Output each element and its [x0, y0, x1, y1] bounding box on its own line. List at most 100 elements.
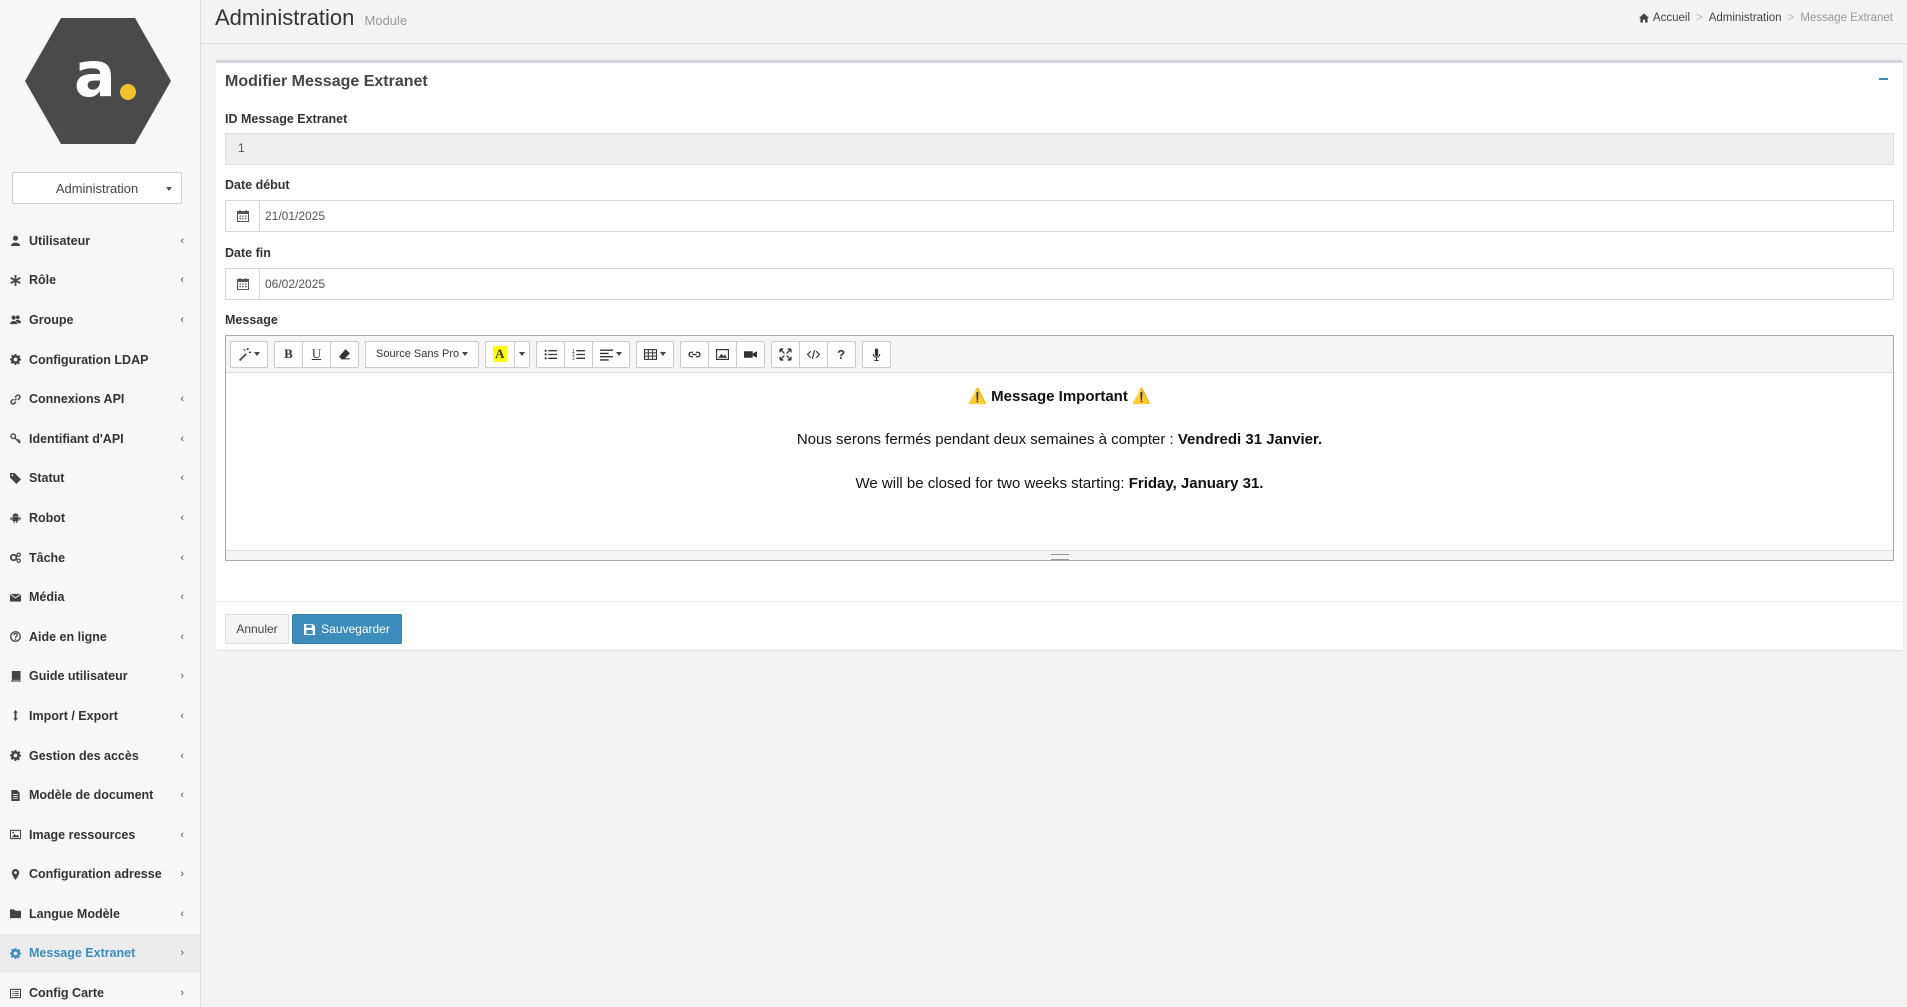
sidebar-item-configuration-adresse[interactable]: Configuration adresse ›	[0, 855, 200, 895]
app-logo[interactable]: a	[24, 16, 172, 146]
sidebar-item-label: Modèle de document	[29, 788, 154, 803]
image-icon	[9, 829, 21, 841]
arrows-v-icon	[9, 710, 21, 722]
message-line-en: We will be closed for two weeks starting…	[226, 475, 1893, 492]
clear-format-button[interactable]	[330, 340, 359, 368]
sidebar-item-configuration-ldap[interactable]: Configuration LDAP	[0, 340, 200, 380]
sidebar-item-connexions-api[interactable]: Connexions API ‹	[0, 379, 200, 419]
question-circle-icon	[9, 631, 21, 643]
save-floppy-icon	[304, 623, 316, 635]
content-header: Administration Module Accueil > Administ…	[201, 0, 1907, 44]
chevron-left-icon: ‹	[180, 472, 184, 485]
tags-icon	[9, 472, 21, 484]
insert-video-button[interactable]	[735, 340, 765, 368]
sidebar-item-label: Statut	[29, 471, 65, 486]
sidebar-item-aide-en-ligne[interactable]: Aide en ligne ‹	[0, 617, 200, 657]
breadcrumb-parent-link[interactable]: Administration	[1709, 12, 1782, 24]
sidebar-item-identifiant-api[interactable]: Identifiant d'API ‹	[0, 419, 200, 459]
chevron-left-icon: ‹	[180, 828, 184, 841]
chevron-left-icon: ‹	[180, 234, 184, 247]
users-icon	[9, 314, 21, 326]
map-marker-icon	[9, 868, 21, 880]
sidebar-item-media[interactable]: Média ‹	[0, 577, 200, 617]
insert-picture-button[interactable]	[707, 340, 737, 368]
font-family-dropdown[interactable]: Source Sans Pro	[365, 340, 480, 368]
id-field-label: ID Message Extranet	[225, 112, 348, 126]
bold-button[interactable]: B	[274, 340, 303, 368]
font-family-value: Source Sans Pro	[376, 348, 460, 360]
sidebar-item-guide-utilisateur[interactable]: Guide utilisateur ›	[0, 657, 200, 697]
box-footer: Annuler Sauvegarder	[216, 601, 1903, 653]
sidebar-item-label: Aide en ligne	[29, 629, 107, 644]
sidebar-item-tache[interactable]: Tâche ‹	[0, 538, 200, 578]
breadcrumb-home-link[interactable]: Accueil	[1653, 12, 1690, 24]
home-icon	[1638, 13, 1649, 23]
table-dropdown[interactable]	[635, 340, 674, 368]
gears-icon	[9, 552, 21, 564]
code-view-button[interactable]	[798, 340, 828, 368]
fullscreen-button[interactable]	[770, 340, 800, 368]
editor-resize-handle[interactable]	[226, 550, 1893, 560]
sidebar-item-message-extranet[interactable]: Message Extranet ›	[0, 933, 200, 974]
link-icon	[687, 351, 701, 357]
edit-message-box: Modifier Message Extranet ID Message Ext…	[216, 60, 1903, 650]
sidebar-item-label: Identifiant d'API	[29, 431, 124, 446]
warning-emoji-left: ⚠️	[968, 388, 992, 405]
asterisk-icon	[9, 274, 21, 286]
sidebar: a Administration Utilisateur ‹ Rôle ‹ Gr…	[0, 0, 201, 1007]
microphone-icon	[872, 348, 880, 361]
collapse-minus-icon[interactable]	[1877, 71, 1891, 85]
sidebar-item-label: Groupe	[29, 312, 74, 327]
sidebar-item-statut[interactable]: Statut ‹	[0, 459, 200, 499]
sidebar-item-import-export[interactable]: Import / Export ‹	[0, 696, 200, 736]
microphone-button[interactable]	[861, 340, 891, 368]
chevron-right-icon: ›	[180, 670, 184, 683]
chevron-left-icon: ‹	[180, 749, 184, 762]
page-subtitle: Module	[364, 13, 408, 28]
sidebar-item-image-ressources[interactable]: Image ressources ‹	[0, 815, 200, 855]
sidebar-item-label: Utilisateur	[29, 233, 91, 248]
sidebar-item-groupe[interactable]: Groupe ‹	[0, 300, 200, 340]
style-magic-button[interactable]	[230, 340, 268, 368]
help-button[interactable]: ?	[826, 340, 856, 368]
sidebar-item-langue-modele[interactable]: Langue Modèle ‹	[0, 894, 200, 934]
text-color-dropdown[interactable]	[513, 340, 530, 368]
cancel-button[interactable]: Annuler	[225, 614, 289, 644]
paragraph-align-dropdown[interactable]	[591, 340, 630, 368]
unordered-list-button[interactable]	[535, 340, 565, 368]
sidebar-item-label: Connexions API	[29, 392, 125, 407]
text-color-button[interactable]: A	[485, 340, 515, 368]
sidebar-menu: Utilisateur ‹ Rôle ‹ Groupe ‹ Configurat…	[0, 221, 200, 1007]
end-date-label: Date fin	[225, 246, 271, 260]
file-icon	[9, 789, 21, 801]
insert-link-button[interactable]	[679, 340, 709, 368]
table-icon	[643, 348, 657, 360]
module-select[interactable]: Administration	[12, 172, 182, 204]
sidebar-item-gestion-des-acces[interactable]: Gestion des accès ‹	[0, 736, 200, 776]
calendar-icon[interactable]	[226, 201, 260, 231]
sidebar-item-config-carte[interactable]: Config Carte ›	[0, 973, 200, 1007]
message-label: Message	[225, 313, 278, 327]
editor-toolbar: B U Source Sans Pro A 123 ?	[226, 336, 1893, 373]
page-title: Administration Module	[215, 5, 407, 31]
list-alt-icon	[9, 987, 21, 999]
eraser-icon	[339, 348, 350, 359]
box-title: Modifier Message Extranet	[225, 73, 428, 90]
editor-content[interactable]: ⚠️ Message Important ⚠️ Nous serons ferm…	[226, 373, 1893, 548]
chevron-left-icon: ‹	[180, 313, 184, 326]
start-date-input[interactable]	[260, 201, 1893, 231]
chevron-left-icon: ‹	[180, 432, 184, 445]
sidebar-item-robot[interactable]: Robot ‹	[0, 498, 200, 538]
sidebar-item-role[interactable]: Rôle ‹	[0, 261, 200, 301]
save-button[interactable]: Sauvegarder	[292, 614, 402, 644]
sidebar-item-modele-de-document[interactable]: Modèle de document ‹	[0, 775, 200, 815]
ordered-list-button[interactable]: 123	[563, 340, 593, 368]
end-date-input[interactable]	[260, 269, 1893, 299]
sidebar-item-label: Tâche	[29, 550, 66, 565]
sidebar-item-utilisateur[interactable]: Utilisateur ‹	[0, 221, 200, 261]
calendar-icon[interactable]	[226, 269, 260, 299]
chevron-left-icon: ‹	[180, 591, 184, 604]
chevron-left-icon: ‹	[180, 511, 184, 524]
chevron-left-icon: ‹	[180, 907, 184, 920]
underline-button[interactable]: U	[302, 340, 331, 368]
